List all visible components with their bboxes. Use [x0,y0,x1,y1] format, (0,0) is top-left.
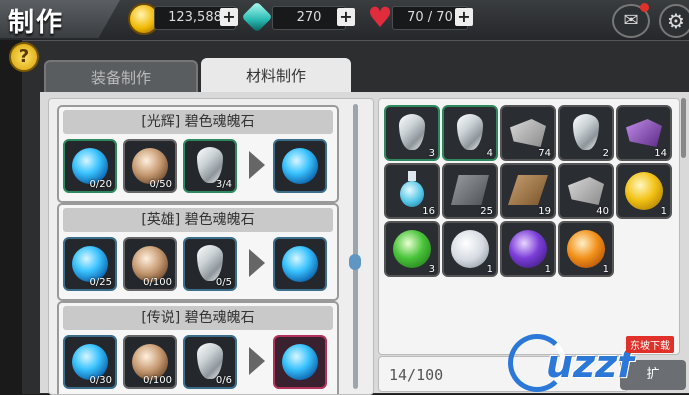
inventory-slot[interactable]: 40 [558,163,614,219]
item-count: 16 [422,206,435,217]
orange-orb-icon [567,230,605,268]
crystal-icon [399,114,425,150]
recipe-input-slot[interactable]: 0/5 [183,237,237,291]
crystal-icon [197,343,223,379]
inventory-slot[interactable]: 14 [616,105,672,161]
recipe-input-count: 0/30 [89,375,112,386]
recipe-input-count: 0/20 [89,179,112,190]
recipe-input-slot[interactable]: 0/100 [123,237,177,291]
tab-material-crafting[interactable]: 材料制作 [201,58,351,94]
item-count: 25 [480,206,493,217]
item-count: 74 [538,148,551,159]
heart-icon: ♥ [367,1,393,34]
iron-ingot-icon [451,175,489,205]
inventory-slot[interactable]: 3 [384,221,440,277]
green-orb-icon [393,230,431,268]
white-orb-icon [451,230,489,268]
blue-soul-stone-icon [282,344,318,380]
crystal-currency-icon [241,1,273,33]
gear-icon[interactable]: ⚙ [659,4,689,38]
add-heart-button[interactable]: + [455,8,473,26]
potion-icon [400,171,424,209]
crystal-amount: 270 [272,6,346,30]
inventory-slot[interactable]: 1 [500,221,556,277]
recipe-input-count: 0/50 [149,179,172,190]
recipe-input-count: 0/100 [143,375,172,386]
wood-plank-icon [508,175,548,205]
inventory-slot[interactable]: 3 [384,105,440,161]
recipe-input-count: 0/6 [215,375,232,386]
item-count: 4 [486,148,493,159]
recipe-output-slot[interactable] [273,335,327,389]
recipe-title: [传说] 碧色魂魄石 [63,306,333,330]
recipe-input-slot[interactable]: 0/20 [63,139,117,193]
recipe-input-slot[interactable]: 0/30 [63,335,117,389]
inventory-panel: 3 4 74 2 14 16 25 19 40 1 3 1 1 1 [378,98,680,355]
inventory-slot[interactable]: 16 [384,163,440,219]
top-bar: 制作 123,588 + 270 + ♥ 70 / 70 + ✉ ⚙ [0,0,689,40]
inventory-slot[interactable]: 25 [442,163,498,219]
notification-dot [640,3,649,12]
item-count: 2 [602,148,609,159]
recipe-input-count: 0/100 [143,277,172,288]
inventory-scrollbar[interactable] [681,98,686,158]
inventory-slot[interactable]: 1 [558,221,614,277]
blue-soul-stone-icon [282,246,318,282]
recipe-scroll-thumb[interactable] [349,254,361,270]
crystal-icon [457,114,483,150]
recipe-card[interactable]: [传说] 碧色魂魄石 0/30 0/100 0/6 [57,301,339,394]
item-count: 3 [428,264,435,275]
recipe-input-slot[interactable]: 0/50 [123,139,177,193]
blue-soul-stone-icon [282,148,318,184]
grey-cloth-icon [510,119,546,147]
recipe-input-slot[interactable]: 0/6 [183,335,237,389]
recipe-output-slot[interactable] [273,139,327,193]
watermark-text: uzzf [546,342,634,386]
item-count: 14 [654,148,667,159]
watermark-logo: uzzf 东坡下载 [508,330,689,393]
recipe-input-count: 0/5 [215,277,232,288]
recipe-input-slot[interactable]: 0/100 [123,335,177,389]
watermark-sub: 东坡下载 [626,336,674,353]
grey-cloth-icon [568,177,604,205]
recipe-title: [英雄] 碧色魂魄石 [63,208,333,232]
tab-equipment-crafting[interactable]: 装备制作 [44,60,198,94]
inventory-slot[interactable]: 1 [616,163,672,219]
recipe-list: [光辉] 碧色魂魄石 0/20 0/50 3/4 [英雄] 碧色魂魄石 0/25… [48,98,374,395]
crystal-icon [573,114,599,150]
add-gold-button[interactable]: + [220,8,238,26]
recipe-input-slot[interactable]: 3/4 [183,139,237,193]
item-count: 40 [596,206,609,217]
inventory-slot[interactable]: 74 [500,105,556,161]
recipe-title: [光辉] 碧色魂魄石 [63,110,333,134]
item-count: 1 [660,206,667,217]
recipe-input-slot[interactable]: 0/25 [63,237,117,291]
item-count: 1 [486,264,493,275]
page-title: 制作 [8,8,65,38]
inventory-slot[interactable]: 19 [500,163,556,219]
crystal-icon [197,245,223,281]
crystal-icon [197,147,223,183]
recipe-card[interactable]: [光辉] 碧色魂魄石 0/20 0/50 3/4 [57,105,339,203]
recipe-scrollbar[interactable] [353,104,358,389]
arrow-right-icon [249,249,265,277]
recipe-card[interactable]: [英雄] 碧色魂魄石 0/25 0/100 0/5 [57,203,339,301]
item-count: 1 [544,264,551,275]
yellow-orb-icon [625,172,663,210]
recipe-input-count: 0/25 [89,277,112,288]
arrow-right-icon [249,347,265,375]
inventory-slot[interactable]: 4 [442,105,498,161]
purple-cloth-icon [626,119,662,147]
item-count: 19 [538,206,551,217]
item-count: 1 [602,264,609,275]
inventory-slot[interactable]: 1 [442,221,498,277]
item-count: 3 [428,148,435,159]
inventory-slot[interactable]: 2 [558,105,614,161]
purple-orb-icon [509,230,547,268]
help-icon[interactable]: ? [9,42,39,72]
recipe-input-count: 3/4 [215,179,232,190]
add-crystal-button[interactable]: + [337,8,355,26]
recipe-output-slot[interactable] [273,237,327,291]
arrow-right-icon [249,151,265,179]
